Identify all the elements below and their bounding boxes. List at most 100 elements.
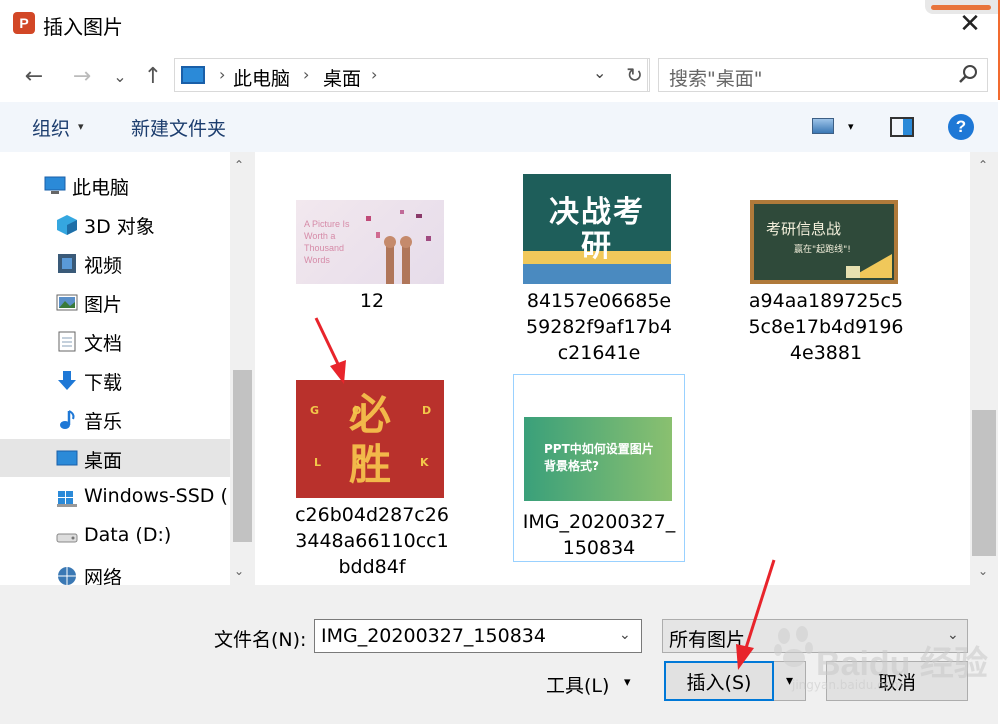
organize-button[interactable]: 组织: [32, 114, 70, 141]
thumb-letter: D: [422, 404, 432, 417]
thumb-letter: L: [314, 456, 322, 469]
chevron-down-icon[interactable]: ⌄: [593, 63, 606, 82]
thumb-letter: G: [310, 404, 320, 417]
new-folder-button[interactable]: 新建文件夹: [131, 114, 226, 141]
sidebar-item-label: 音乐: [84, 411, 123, 433]
chevron-down-icon[interactable]: ⌄: [619, 627, 631, 643]
sidebar-item[interactable]: 网络: [0, 556, 230, 585]
sidebar-item-label: 网络: [84, 567, 123, 585]
cube-icon: [56, 214, 78, 235]
file-item[interactable]: 考研信息战 赢在"起跑线"! a94aa189725c55c8e17b4d919…: [740, 170, 912, 364]
sidebar-item-label: 此电脑: [72, 177, 130, 199]
filename-value[interactable]: IMG_20200327_150834: [321, 625, 546, 647]
tools-button[interactable]: 工具(L): [546, 671, 609, 698]
file-item[interactable]: 决战考研 84157e06685e59282f9af17b4c21641e: [513, 170, 685, 364]
pc-icon: [44, 175, 66, 195]
scrollbar-thumb[interactable]: [972, 410, 996, 556]
file-name: a94aa189725c55c8e17b4d91964e3881: [748, 290, 904, 364]
file-name: IMG_20200327_150834: [522, 511, 676, 559]
search-placeholder: 搜索"桌面": [669, 68, 763, 90]
thumb-letter: K: [420, 456, 429, 469]
image-thumbnail: 考研信息战 赢在"起跑线"!: [750, 200, 898, 284]
file-name: 84157e06685e59282f9af17b4c21641e: [526, 290, 672, 364]
sidebar-item[interactable]: 桌面: [0, 439, 230, 477]
thumb-letter: O: [352, 404, 362, 417]
picture-icon: [56, 292, 78, 312]
back-button[interactable]: ←: [20, 62, 48, 90]
scrollbar-thumb[interactable]: [233, 370, 252, 542]
title-bar: P 插入图片 ✕: [0, 0, 1000, 48]
up-button[interactable]: ↑: [139, 62, 167, 90]
preview-pane-icon[interactable]: [890, 117, 914, 137]
image-thumbnail: PPT中如何设置图片背景格式?: [524, 417, 672, 501]
breadcrumb-desktop[interactable]: 桌面: [323, 64, 361, 91]
breadcrumb-this-pc[interactable]: 此电脑: [233, 64, 290, 91]
thumb-caption: A Picture Is Worth a Thousand Words: [304, 219, 350, 265]
desktop-icon: [56, 448, 78, 468]
bottom-panel: 文件名(N): IMG_20200327_150834 ⌄ 所有图片 ⌄ 工具(…: [0, 585, 998, 724]
scroll-down-arrow[interactable]: ⌄: [234, 564, 244, 578]
sidebar-item[interactable]: 图片: [0, 283, 230, 321]
scroll-up-arrow[interactable]: ⌃: [234, 158, 244, 172]
chevron-down-icon[interactable]: ⌄: [947, 627, 959, 643]
file-item[interactable]: PPT中如何设置图片背景格式? IMG_20200327_150834: [513, 374, 685, 562]
recent-locations-button[interactable]: ⌄: [106, 62, 134, 90]
annotation-arrow: [736, 559, 776, 670]
network-icon: [56, 565, 78, 585]
sidebar-item[interactable]: 3D 对象: [0, 205, 230, 243]
drive-icon: [56, 487, 78, 507]
breadcrumb-separator[interactable]: ›: [303, 65, 309, 84]
sidebar-item-label: 3D 对象: [84, 216, 155, 238]
sidebar-item[interactable]: 音乐: [0, 400, 230, 438]
download-icon: [56, 370, 78, 390]
chevron-down-icon[interactable]: ▾: [624, 675, 631, 690]
search-icon[interactable]: [957, 63, 979, 90]
chevron-down-icon[interactable]: ▾: [78, 120, 84, 133]
sidebar-item[interactable]: 下载: [0, 361, 230, 399]
file-item[interactable]: 必胜 G O D L C Kc26b04d287c263448a66110cc1bdd84f: [286, 374, 458, 578]
forward-button[interactable]: →: [68, 62, 96, 90]
close-button[interactable]: ✕: [950, 8, 990, 40]
document-icon: [56, 331, 78, 352]
sidebar-item-label: Windows-SSD (: [84, 485, 228, 507]
sidebar-item-label: 下载: [84, 372, 123, 394]
change-view-icon[interactable]: [812, 118, 834, 134]
sidebar-item-label: 文档: [84, 333, 123, 355]
cancel-button[interactable]: 取消: [826, 661, 968, 701]
sidebar-item[interactable]: Windows-SSD (: [0, 478, 230, 516]
image-thumbnail: 决战考研: [523, 174, 671, 284]
file-name: c26b04d287c263448a66110cc1bdd84f: [295, 504, 449, 578]
search-input[interactable]: 搜索"桌面": [658, 58, 988, 92]
breadcrumb-separator[interactable]: ›: [219, 65, 225, 84]
window-title: 插入图片: [43, 15, 123, 39]
filename-input[interactable]: IMG_20200327_150834 ⌄: [314, 619, 642, 653]
sidebar-item-label: Data (D:): [84, 524, 172, 546]
sidebar-item-label: 视频: [84, 255, 123, 277]
chevron-down-icon[interactable]: ▾: [848, 120, 854, 133]
file-list: A Picture Is Worth a Thousand Words 12 决战…: [258, 152, 970, 585]
thumb-caption: PPT中如何设置图片背景格式?: [544, 442, 654, 473]
help-icon[interactable]: ?: [948, 114, 974, 140]
file-scrollbar[interactable]: ⌃ ⌄: [970, 152, 998, 585]
refresh-button[interactable]: ↻: [620, 58, 650, 92]
thumb-caption: 考研信息战: [766, 220, 842, 238]
nav-scrollbar[interactable]: ⌃ ⌄: [230, 152, 255, 585]
powerpoint-icon: P: [13, 12, 35, 34]
film-icon: [56, 253, 78, 273]
sidebar-item-label: 桌面: [84, 450, 123, 472]
address-bar[interactable]: › 此电脑 › 桌面 › ⌄: [174, 58, 648, 92]
sidebar-item[interactable]: Data (D:): [0, 517, 230, 555]
scroll-down-arrow[interactable]: ⌄: [978, 564, 988, 578]
pc-icon: [181, 66, 205, 84]
image-thumbnail: 必胜 G O D L C K: [296, 380, 444, 498]
file-type-select[interactable]: 所有图片 ⌄: [662, 619, 968, 653]
breadcrumb-separator[interactable]: ›: [371, 65, 377, 84]
filename-label: 文件名(N):: [214, 629, 307, 651]
sidebar-item-label: 图片: [84, 294, 123, 316]
sidebar-item[interactable]: 文档: [0, 322, 230, 360]
scroll-up-arrow[interactable]: ⌃: [978, 158, 988, 172]
thumb-letter: C: [356, 456, 365, 469]
navigation-pane: 此电脑 3D 对象视频图片文档下载音乐桌面 Windows-SSD ( Data (D…: [0, 152, 255, 585]
sidebar-item[interactable]: 视频: [0, 244, 230, 282]
sidebar-item[interactable]: 此电脑: [0, 166, 230, 204]
